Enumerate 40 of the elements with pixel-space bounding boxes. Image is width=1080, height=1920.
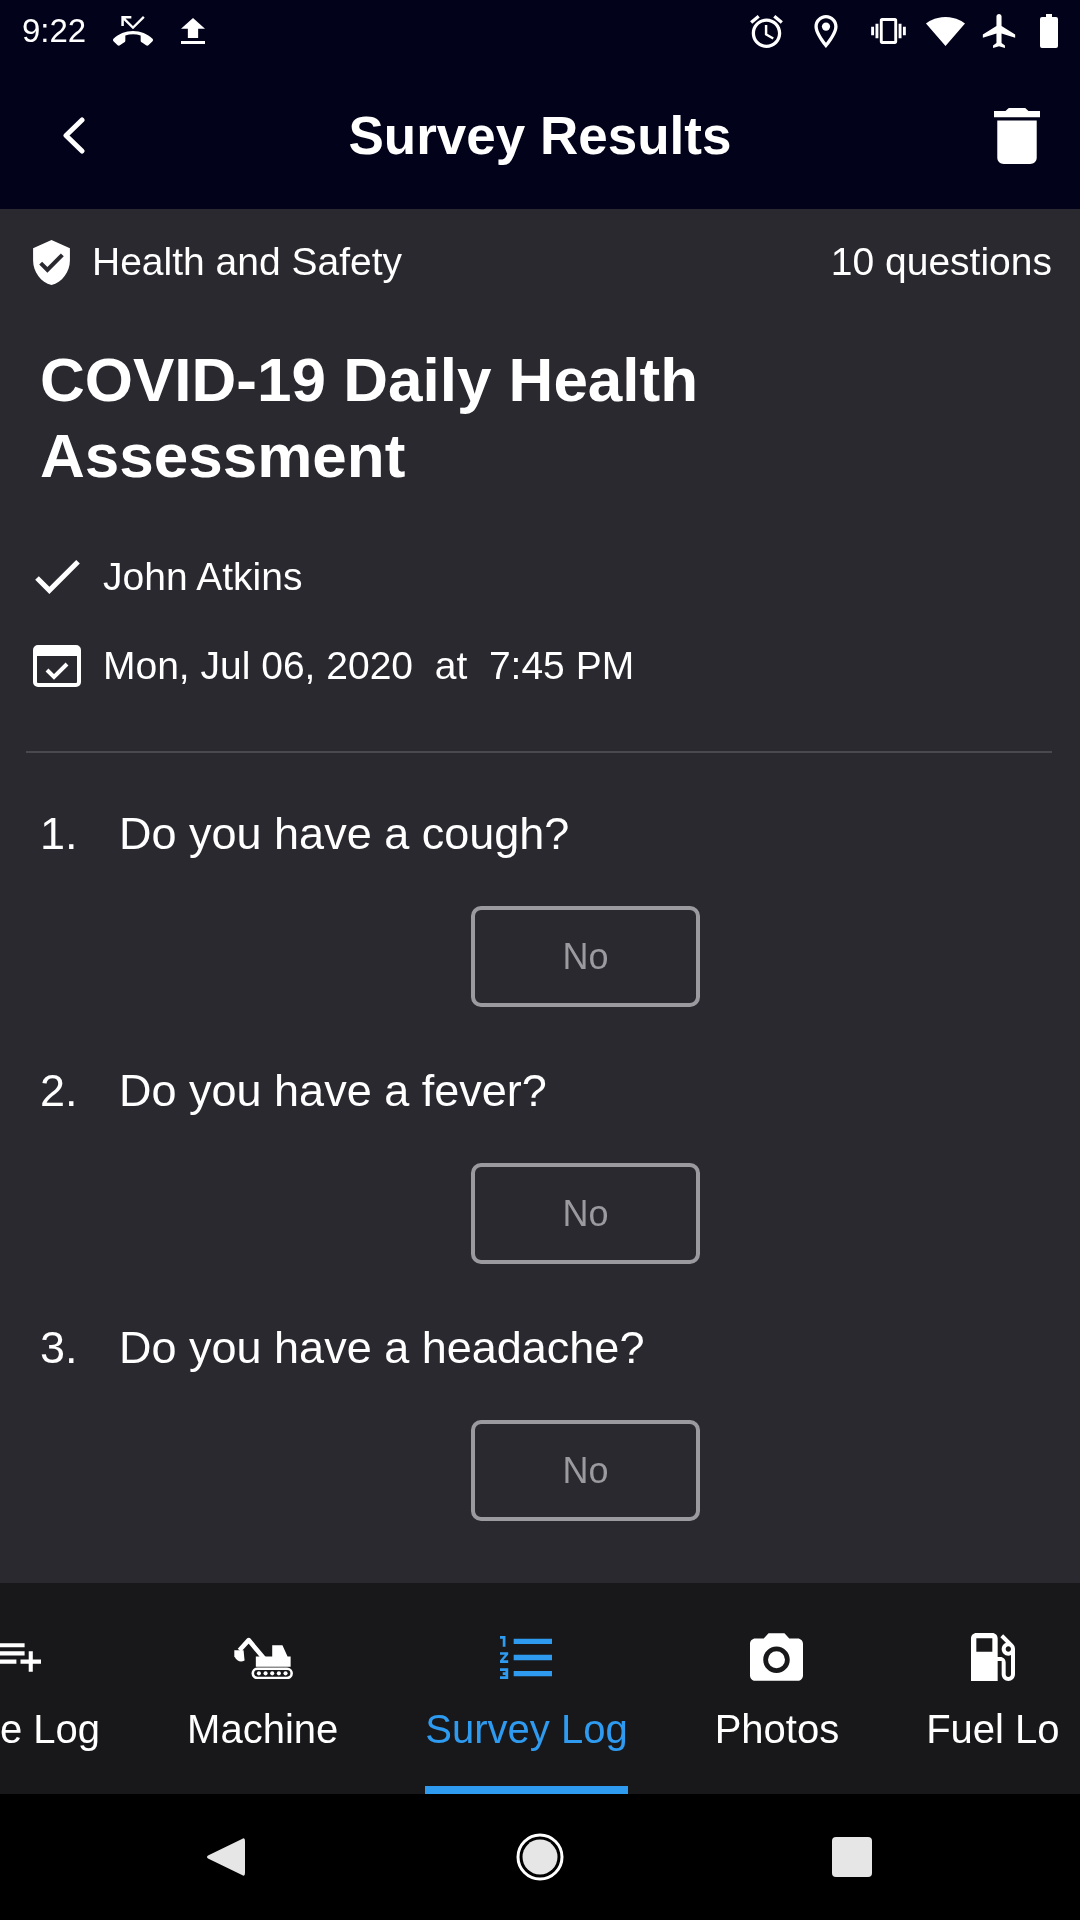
missed-call-icon [113,16,154,46]
question-text: Do you have a fever? [119,1064,548,1118]
wifi-icon [926,16,965,46]
answer-button[interactable]: No [471,906,700,1007]
checkmark-icon [34,560,81,594]
tab[interactable]: Machine [187,1583,339,1794]
numbered-list-icon [500,1635,553,1679]
screen-title: Survey Results [348,104,732,167]
excavator-icon [232,1635,293,1679]
battery-icon [1040,14,1058,48]
question-text: Do you have a cough? [119,807,571,861]
shield-check-icon [32,239,71,285]
tab[interactable]: e Log [0,1583,101,1794]
location-pin-icon [814,14,838,48]
answer-button[interactable]: No [471,1420,700,1521]
category-label: Health and Safety [92,239,403,285]
back-icon[interactable] [61,117,86,154]
list-plus-icon [0,1642,41,1672]
survey-title: COVID-19 Daily Health Assessment [40,344,700,492]
question-number: 2. [40,1064,79,1118]
vibrate-icon [870,18,907,44]
tab[interactable]: Fuel Lo [926,1583,1060,1794]
alarm-clock-icon [750,14,783,48]
question-number: 3. [40,1321,79,1375]
status-time: 9:22 [22,13,87,49]
trash-icon[interactable] [994,107,1040,164]
question-number: 1. [40,807,79,861]
respondent-name: John Atkins [103,554,303,600]
fuel-pump-icon [970,1633,1015,1681]
question-count: 10 questions [830,239,1052,285]
camera-icon [750,1633,804,1681]
upload-icon [181,18,206,44]
question-text: Do you have a headache? [119,1321,646,1375]
airplane-icon [982,14,1016,48]
tab[interactable]: Photos [714,1583,840,1794]
nav-back-icon[interactable] [206,1837,245,1877]
submitted-date: Mon, Jul 06, 2020 at 7:45 PM [103,643,635,689]
answer-button[interactable]: No [471,1163,700,1264]
home-icon[interactable] [516,1833,564,1881]
calendar-check-icon [33,645,81,687]
